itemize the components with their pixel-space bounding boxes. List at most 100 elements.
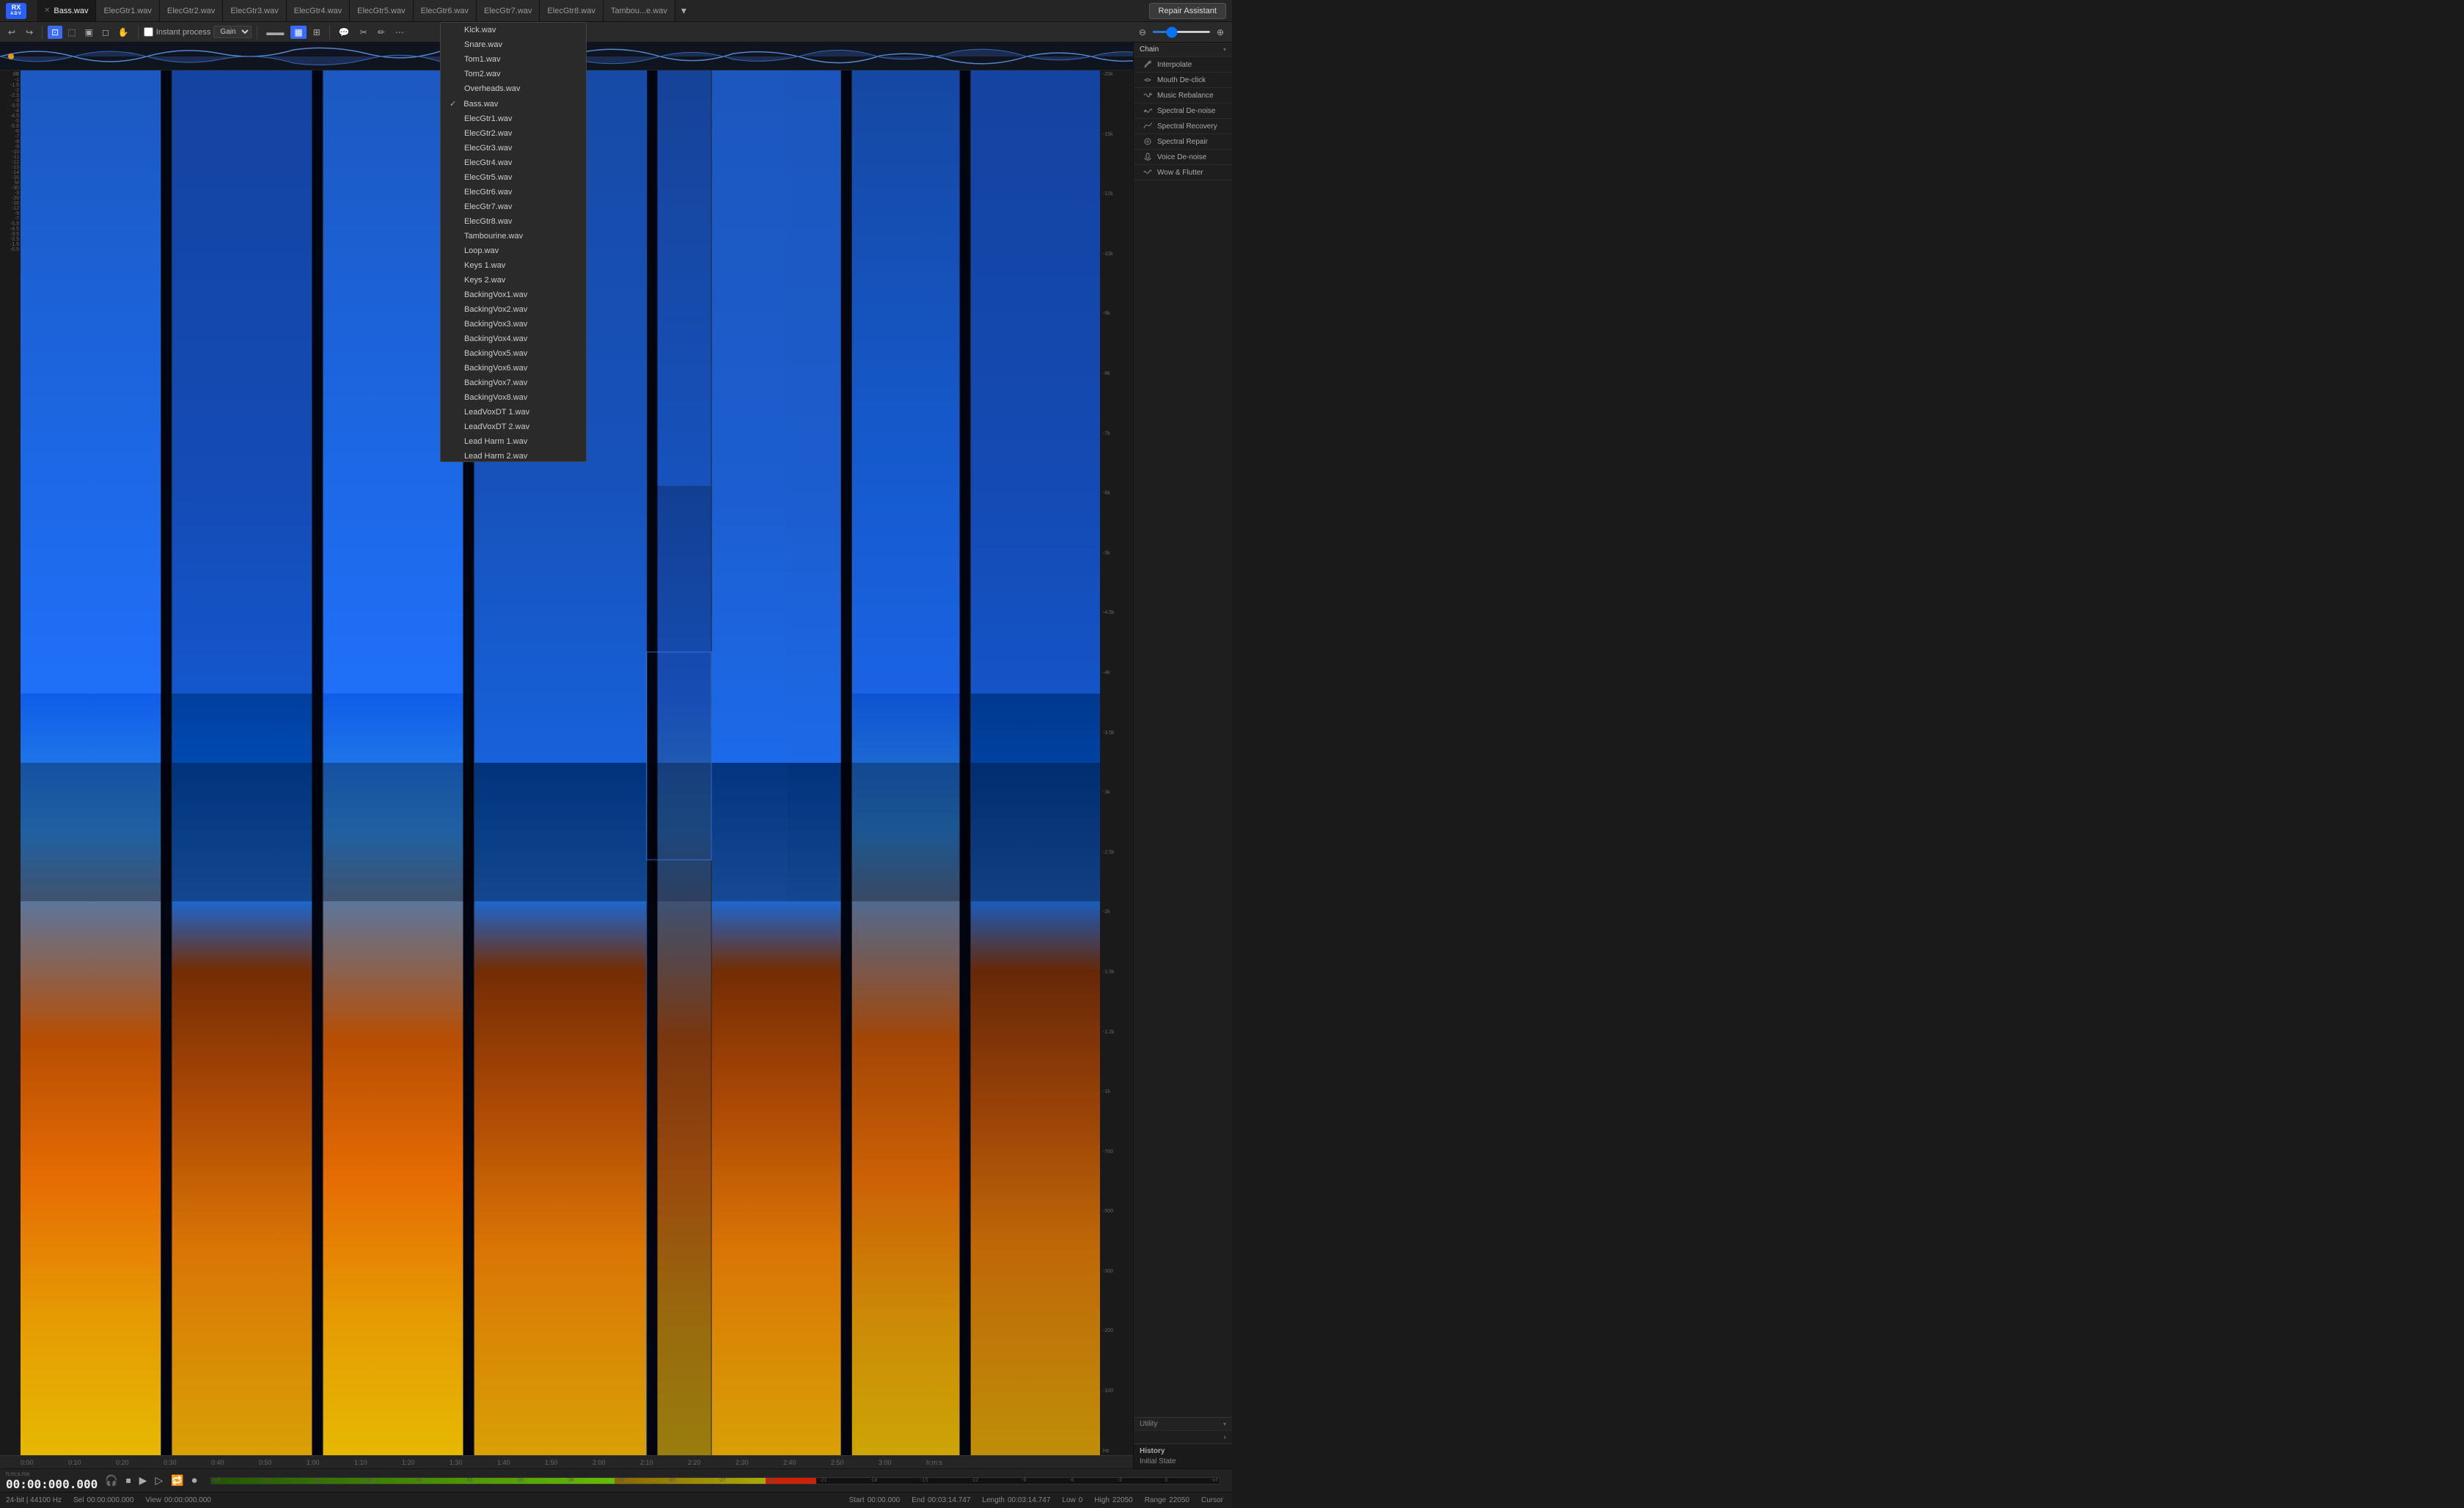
tab-elecgtr7[interactable]: ElecGtr7.wav xyxy=(477,0,540,21)
file-item-bvox2[interactable]: BackingVox2.wav xyxy=(441,302,586,317)
file-item-bvox1[interactable]: BackingVox1.wav xyxy=(441,288,586,302)
module-spectral-repair[interactable]: Spectral Repair xyxy=(1134,134,1232,150)
file-item-tom2[interactable]: Tom2.wav xyxy=(441,67,586,81)
db-label-minus13: -13 xyxy=(0,165,19,170)
pan-tool-btn[interactable]: ✋ xyxy=(114,26,133,39)
utility-expand-icon[interactable]: ▾ xyxy=(1223,1421,1226,1427)
time-select-btn[interactable]: ⬚ xyxy=(64,26,79,39)
time-110: 1:10 xyxy=(354,1459,402,1466)
freq-select-btn[interactable]: ▣ xyxy=(81,26,97,39)
file-item-overheads[interactable]: Overheads.wav xyxy=(441,81,586,96)
time-130: 1:30 xyxy=(450,1459,497,1466)
file-item-leadvox2[interactable]: LeadVoxDT 2.wav xyxy=(441,420,586,434)
instant-process-checkbox[interactable] xyxy=(144,27,153,37)
file-item-kick[interactable]: Kick.wav xyxy=(441,23,586,37)
utility-header[interactable]: Utility ▾ xyxy=(1134,1418,1232,1431)
tab-elecgtr1[interactable]: ElecGtr1.wav xyxy=(96,0,159,21)
tab-label-elecgtr2: ElecGtr2.wav xyxy=(167,7,215,15)
file-item-elecgtr8[interactable]: ElecGtr8.wav xyxy=(441,214,586,229)
db-label-minus2: -2 xyxy=(0,88,19,93)
file-item-elecgtr4[interactable]: ElecGtr4.wav xyxy=(441,155,586,170)
db-label-minus3b: -3 xyxy=(0,191,19,196)
file-item-bvox3[interactable]: BackingVox3.wav xyxy=(441,317,586,332)
repair-assistant-button[interactable]: Repair Assistant xyxy=(1149,3,1226,19)
file-item-tom1[interactable]: Tom1.wav xyxy=(441,52,586,67)
module-mouth-declick[interactable]: Mouth De-click xyxy=(1134,73,1232,88)
tab-label-elecgtr1: ElecGtr1.wav xyxy=(103,7,151,15)
db-label-minus35: -3.5 xyxy=(0,103,19,109)
module-music-rebalance[interactable]: Music Rebalance xyxy=(1134,88,1232,103)
file-item-elecgtr7[interactable]: ElecGtr7.wav xyxy=(441,200,586,214)
more-btn[interactable]: ⋯ xyxy=(392,26,408,39)
tab-label-elecgtr3: ElecGtr3.wav xyxy=(230,7,278,15)
chain-dropdown-icon[interactable]: ▾ xyxy=(1223,46,1226,53)
undo-btn[interactable]: ↩ xyxy=(4,26,19,39)
module-spectral-recovery[interactable]: Spectral Recovery xyxy=(1134,119,1232,134)
high-value: 22050 xyxy=(1112,1496,1133,1504)
file-item-bvox8[interactable]: BackingVox8.wav xyxy=(441,390,586,405)
time-150: 1:50 xyxy=(545,1459,593,1466)
file-item-tambourine[interactable]: Tambourine.wav xyxy=(441,229,586,244)
file-item-bvox6[interactable]: BackingVox6.wav xyxy=(441,361,586,376)
file-item-elecgtr6[interactable]: ElecGtr6.wav xyxy=(441,185,586,200)
file-item-harm1[interactable]: Lead Harm 1.wav xyxy=(441,434,586,449)
zoom-slider[interactable] xyxy=(1152,31,1211,33)
tab-bass[interactable]: ✕ Bass.wav xyxy=(37,0,96,21)
history-section: History Initial State xyxy=(1134,1443,1232,1468)
gain-select[interactable]: Gain xyxy=(213,26,252,38)
utility-label: Utility xyxy=(1140,1420,1157,1428)
tab-tambourine[interactable]: Tambou...e.wav xyxy=(604,0,675,21)
file-item-bvox7[interactable]: BackingVox7.wav xyxy=(441,376,586,390)
redo-btn[interactable]: ↪ xyxy=(22,26,37,39)
play-selection-btn[interactable]: ▷ xyxy=(152,1473,166,1488)
file-item-keys1[interactable]: Keys 1.wav xyxy=(441,258,586,273)
file-item-elecgtr1[interactable]: ElecGtr1.wav xyxy=(441,111,586,126)
file-item-bvox4[interactable]: BackingVox4.wav xyxy=(441,332,586,346)
spectrogram-view-btn[interactable]: ▦ xyxy=(290,26,306,39)
tab-elecgtr5[interactable]: ElecGtr5.wav xyxy=(350,0,413,21)
chain-header[interactable]: Chain ▾ xyxy=(1134,43,1232,57)
utility-arrow-btn[interactable]: › xyxy=(1224,1433,1226,1441)
waveform-view-btn[interactable]: ▬▬ xyxy=(263,26,287,39)
comment-btn[interactable]: 💬 xyxy=(335,26,353,39)
module-interpolate[interactable]: Interpolate xyxy=(1134,57,1232,73)
pencil-btn[interactable]: ✏ xyxy=(374,26,389,39)
file-item-snare[interactable]: Snare.wav xyxy=(441,37,586,52)
file-item-leadvox1[interactable]: LeadVoxDT 1.wav xyxy=(441,405,586,420)
file-item-elecgtr2[interactable]: ElecGtr2.wav xyxy=(441,126,586,141)
file-item-bvox5[interactable]: BackingVox5.wav xyxy=(441,346,586,361)
file-item-keys2[interactable]: Keys 2.wav xyxy=(441,273,586,288)
stop-btn[interactable]: ⏹ xyxy=(123,1473,134,1488)
start-group: Start 00:00.000 xyxy=(849,1496,901,1504)
tab-elecgtr6[interactable]: ElecGtr6.wav xyxy=(414,0,477,21)
module-wow-flutter[interactable]: Wow & Flutter xyxy=(1134,165,1232,180)
zoom-in-h-btn[interactable]: ⊕ xyxy=(1213,26,1228,39)
play-btn[interactable]: ▶ xyxy=(136,1473,150,1488)
zoom-out-h-btn[interactable]: ⊖ xyxy=(1135,26,1150,39)
history-initial-state[interactable]: Initial State xyxy=(1140,1457,1226,1465)
freq-scale-right: -20k -15k -12k -10k -9k -8k -7k -6k -5k … xyxy=(1100,70,1133,1455)
headphone-btn[interactable]: 🎧 xyxy=(102,1473,120,1488)
file-item-bass[interactable]: Bass.wav xyxy=(441,96,586,111)
file-item-elecgtr3[interactable]: ElecGtr3.wav xyxy=(441,141,586,155)
file-item-elecgtr5[interactable]: ElecGtr5.wav xyxy=(441,170,586,185)
low-group: Low 0 xyxy=(1062,1496,1082,1504)
tab-elecgtr4[interactable]: ElecGtr4.wav xyxy=(287,0,350,21)
file-item-loop[interactable]: Loop.wav xyxy=(441,244,586,258)
tab-elecgtr3[interactable]: ElecGtr3.wav xyxy=(223,0,286,21)
tab-elecgtr2[interactable]: ElecGtr2.wav xyxy=(160,0,223,21)
combined-view-btn[interactable]: ⊞ xyxy=(309,26,324,39)
brush-tool-btn[interactable]: ◻ xyxy=(98,26,113,39)
end-group: End 00:03:14.747 xyxy=(912,1496,970,1504)
snip-btn[interactable]: ✂ xyxy=(356,26,371,39)
file-item-harm2[interactable]: Lead Harm 2.wav xyxy=(441,449,586,462)
tab-elecgtr8[interactable]: ElecGtr8.wav xyxy=(540,0,603,21)
module-spectral-denoise[interactable]: Spectral De-noise xyxy=(1134,103,1232,119)
module-voice-denoise[interactable]: Voice De-noise xyxy=(1134,150,1232,165)
select-tool-btn[interactable]: ⊡ xyxy=(48,26,62,39)
tab-close-bass[interactable]: ✕ xyxy=(44,7,50,15)
range-value: 22050 xyxy=(1169,1496,1189,1504)
loop-btn[interactable]: 🔁 xyxy=(168,1473,186,1488)
record-btn[interactable]: ⏺ xyxy=(189,1473,200,1488)
tabs-overflow-btn[interactable]: ▾ xyxy=(675,4,692,17)
